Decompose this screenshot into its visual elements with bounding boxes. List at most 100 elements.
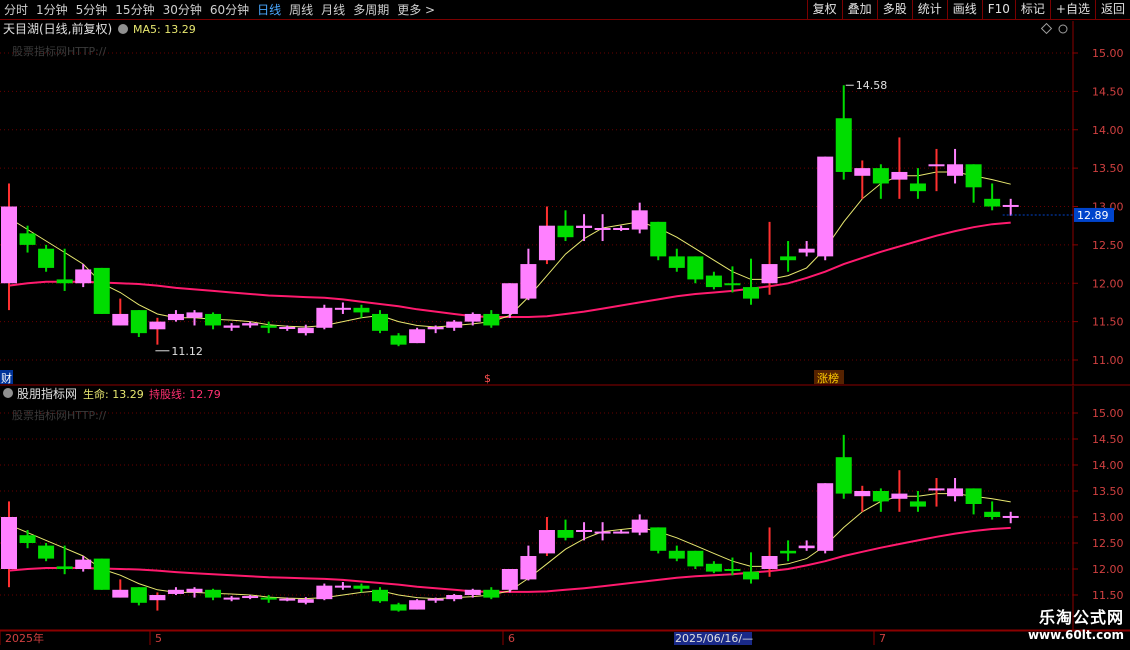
- sub-candle-body[interactable]: [19, 535, 36, 543]
- main-candle-body[interactable]: [891, 171, 908, 180]
- main-candle-body[interactable]: [798, 248, 815, 253]
- main-collapse-icon[interactable]: [118, 24, 128, 34]
- main-candle-body[interactable]: [56, 279, 73, 284]
- sub-candle-body[interactable]: [668, 550, 685, 559]
- main-candle-body[interactable]: [1, 206, 17, 284]
- main-candle-body[interactable]: [705, 275, 722, 288]
- main-candle-body[interactable]: [743, 287, 759, 299]
- stock-chart[interactable]: 11.00 11.50 12.00 12.50 13.00 13.50 14.00 14.50…: [0, 0, 1130, 650]
- sub-candle-body[interactable]: [947, 488, 964, 497]
- sub-candle-body[interactable]: [928, 488, 945, 491]
- sub-candle-body[interactable]: [705, 563, 722, 572]
- main-candle-body[interactable]: [372, 313, 388, 331]
- sub-candle-body[interactable]: [205, 589, 222, 598]
- main-candle-body[interactable]: [427, 326, 444, 330]
- sub-candle-body[interactable]: [798, 545, 815, 549]
- main-candle-body[interactable]: [446, 321, 463, 328]
- sub-candle-body[interactable]: [427, 598, 444, 601]
- sub-candle-body[interactable]: [112, 589, 129, 598]
- sub-candle-body[interactable]: [538, 530, 555, 554]
- main-candle-body[interactable]: [613, 227, 630, 230]
- main-candle-body[interactable]: [38, 248, 55, 268]
- main-candle-body[interactable]: [260, 325, 277, 328]
- sub-candle-body[interactable]: [594, 531, 611, 534]
- main-candle-body[interactable]: [909, 183, 926, 192]
- sub-candle-body[interactable]: [297, 599, 314, 603]
- sub-candle-body[interactable]: [984, 511, 1001, 517]
- sub-candle-body[interactable]: [1002, 515, 1019, 518]
- sub-candle-body[interactable]: [817, 483, 834, 551]
- main-candle-body[interactable]: [538, 225, 555, 261]
- sub-candle-body[interactable]: [186, 588, 203, 593]
- sub-collapse-icon[interactable]: [3, 388, 13, 398]
- main-candle-body[interactable]: [501, 283, 518, 314]
- main-candle-body[interactable]: [557, 225, 574, 238]
- sub-candle-body[interactable]: [872, 491, 889, 502]
- sub-candle-body[interactable]: [409, 600, 426, 610]
- main-candle-body[interactable]: [965, 164, 982, 188]
- main-candle-body[interactable]: [650, 221, 667, 257]
- main-candle-body[interactable]: [780, 256, 797, 261]
- main-candle-body[interactable]: [668, 256, 685, 268]
- main-candle-body[interactable]: [316, 307, 333, 328]
- main-candle-body[interactable]: [854, 168, 871, 176]
- main-candle-body[interactable]: [75, 269, 92, 284]
- sub-candle-body[interactable]: [242, 596, 259, 599]
- main-candle-body[interactable]: [112, 313, 129, 326]
- sub-candle-body[interactable]: [223, 597, 240, 600]
- main-candle-body[interactable]: [242, 323, 259, 326]
- sub-candle-body[interactable]: [260, 597, 277, 600]
- main-candle-body[interactable]: [835, 118, 852, 172]
- sub-candle-body[interactable]: [390, 604, 407, 611]
- main-circle-icon[interactable]: [1058, 24, 1068, 34]
- main-candle-body[interactable]: [186, 312, 203, 318]
- main-candle-body[interactable]: [947, 164, 964, 176]
- main-candle-body[interactable]: [19, 233, 36, 245]
- sub-candle-body[interactable]: [687, 550, 704, 567]
- sub-candle-body[interactable]: [56, 566, 73, 569]
- sub-candle-body[interactable]: [75, 559, 92, 569]
- main-candle-body[interactable]: [464, 313, 481, 322]
- sub-candle-body[interactable]: [835, 457, 852, 494]
- sub-candle-body[interactable]: [149, 595, 166, 601]
- main-candle-body[interactable]: [334, 307, 351, 310]
- main-candle-body[interactable]: [761, 264, 778, 284]
- main-candle-body[interactable]: [817, 156, 834, 257]
- sub-candle-body[interactable]: [557, 530, 574, 538]
- sub-candle-body[interactable]: [650, 527, 667, 551]
- sub-candle-body[interactable]: [613, 531, 630, 534]
- main-candle-body[interactable]: [984, 198, 1001, 207]
- sub-candle-body[interactable]: [891, 493, 908, 499]
- sub-candle-body[interactable]: [372, 589, 388, 602]
- main-candle-body[interactable]: [93, 267, 110, 314]
- main-diamond-icon[interactable]: [1040, 22, 1053, 35]
- main-candle-body[interactable]: [409, 329, 426, 344]
- sub-candle-body[interactable]: [724, 569, 741, 571]
- sub-candle-body[interactable]: [780, 550, 797, 554]
- sub-candle-body[interactable]: [464, 589, 481, 595]
- main-candle-body[interactable]: [520, 264, 537, 299]
- sub-candle-body[interactable]: [167, 589, 184, 594]
- main-candle-body[interactable]: [297, 327, 314, 334]
- sub-candle-body[interactable]: [483, 589, 500, 598]
- sub-candle-body[interactable]: [761, 556, 778, 569]
- main-candle-body[interactable]: [149, 321, 166, 330]
- main-candle-body[interactable]: [205, 313, 222, 326]
- main-candle-body[interactable]: [279, 326, 296, 329]
- sub-candle-body[interactable]: [130, 587, 147, 603]
- main-candle-body[interactable]: [353, 307, 370, 313]
- main-candle-body[interactable]: [223, 325, 240, 328]
- sub-candle-body[interactable]: [279, 598, 296, 601]
- main-candle-body[interactable]: [928, 164, 945, 167]
- sub-candle-body[interactable]: [38, 545, 55, 559]
- sub-candle-body[interactable]: [909, 501, 926, 507]
- sub-candle-body[interactable]: [93, 558, 110, 590]
- main-candle-body[interactable]: [483, 313, 500, 326]
- main-candle-body[interactable]: [167, 313, 184, 321]
- main-candle-body[interactable]: [724, 283, 741, 286]
- sub-candle-body[interactable]: [965, 488, 982, 504]
- sub-candle-body[interactable]: [1, 517, 17, 569]
- main-candle-body[interactable]: [130, 310, 147, 334]
- main-candle-body[interactable]: [631, 210, 648, 230]
- sub-candle-body[interactable]: [576, 530, 593, 532]
